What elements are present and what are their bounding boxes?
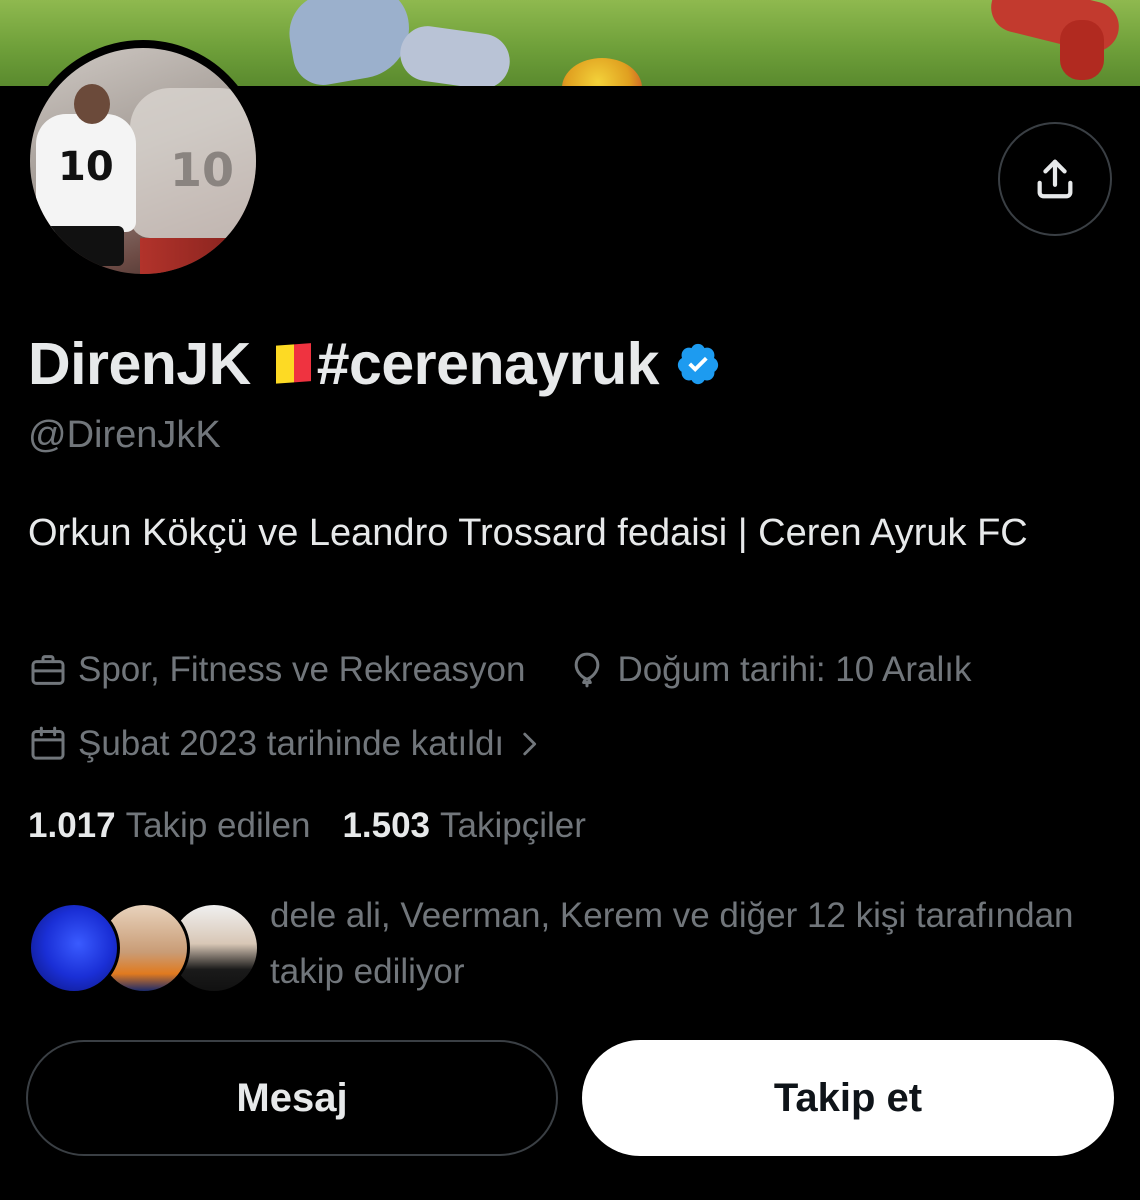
birthday-item: Doğum tarihi: 10 Aralık (567, 650, 972, 690)
profile-avatar[interactable]: 10 10 (22, 40, 264, 282)
mutual-followers-avatars[interactable] (28, 902, 260, 998)
chevron-right-icon (523, 732, 537, 756)
follow-button[interactable]: Takip et (582, 1040, 1114, 1156)
avatar-crowd (140, 238, 256, 274)
joined-item[interactable]: Şubat 2023 tarihinde katıldı (28, 724, 556, 764)
balloon-icon (575, 652, 600, 688)
avatar-jersey-number: 10 (58, 144, 114, 190)
followers-label: Takipçiler (440, 806, 586, 845)
avatar-background-number: 10 (170, 143, 235, 197)
joined-text: Şubat 2023 tarihinde katıldı (78, 724, 505, 763)
banner-boot (1060, 20, 1104, 80)
followers-count: 1.503 (342, 806, 431, 845)
category-item: Spor, Fitness ve Rekreasyon (28, 650, 525, 690)
avatar-player-head (74, 84, 110, 124)
verified-badge-icon[interactable] (675, 341, 721, 387)
banner-player-leg (283, 0, 417, 86)
mutual-follower-avatar (28, 902, 120, 994)
briefcase-icon (31, 655, 65, 685)
following-count: 1.017 (28, 806, 116, 845)
belgium-flag-emoji (258, 343, 311, 385)
avatar-photo: 10 10 (30, 48, 256, 274)
display-name-hashtag: #cerenayruk (316, 331, 660, 397)
follow-stats: 1.017 Takip edilen 1.503 Takipçiler (28, 800, 586, 852)
banner-ball (562, 58, 642, 86)
share-icon (1037, 159, 1073, 199)
calendar-icon (31, 726, 65, 760)
share-button[interactable] (998, 122, 1112, 236)
banner-player-leg (396, 22, 514, 86)
display-name: DirenJK #cerenayruk (28, 326, 721, 402)
profile-bio: Orkun Kökçü ve Leandro Trossard fedaisi … (28, 512, 1028, 554)
birthday-text: Doğum tarihi: 10 Aralık (617, 650, 972, 689)
message-button[interactable]: Mesaj (26, 1040, 558, 1156)
joined-row[interactable]: Şubat 2023 tarihinde katıldı (28, 718, 556, 770)
category-text: Spor, Fitness ve Rekreasyon (78, 650, 526, 689)
avatar-player-shorts (42, 226, 124, 266)
display-name-prefix: DirenJK (28, 331, 251, 397)
followers-stat[interactable]: 1.503 Takipçiler (342, 806, 585, 846)
profile-meta-row: Spor, Fitness ve Rekreasyon Doğum tarihi… (28, 644, 972, 696)
following-stat[interactable]: 1.017 Takip edilen (28, 806, 310, 846)
profile-handle: @DirenJkK (28, 414, 221, 456)
mutual-followers-text[interactable]: dele ali, Veerman, Kerem ve diğer 12 kiş… (270, 888, 1130, 1000)
following-label: Takip edilen (125, 806, 311, 845)
